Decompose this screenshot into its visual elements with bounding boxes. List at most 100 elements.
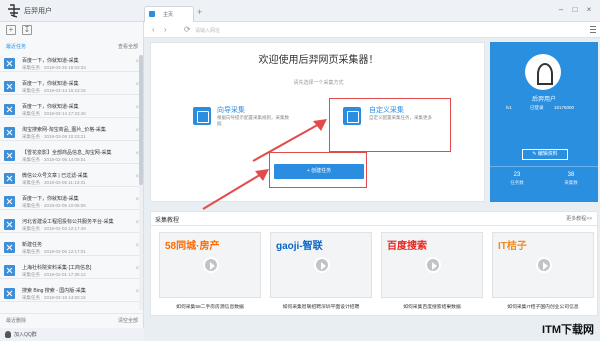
- avatar[interactable]: [525, 54, 561, 90]
- task-name: 百度一下，你就知道-采集: [22, 58, 79, 64]
- back-icon[interactable]: ‹: [152, 25, 155, 35]
- clear-all-link[interactable]: 清空全部: [118, 317, 138, 324]
- task-item[interactable]: 新建任务 采集任务 · 2018-02-06 12:17:01 ×: [0, 239, 144, 256]
- app-logo-icon: [8, 4, 20, 18]
- task-item[interactable]: 微信公众号文章 | 已过滤-采集 采集任务 · 2018-02-06 11:13:…: [0, 170, 144, 187]
- more-tutorials-link[interactable]: 更多教程>>: [566, 215, 592, 222]
- tutorial-brand: 58同城·房产: [165, 241, 220, 252]
- task-name: 河北省建设工程招投标公共服务平台-采集: [22, 219, 114, 225]
- arrow-to-create: [202, 169, 269, 210]
- home-tab-icon: [149, 11, 155, 17]
- tutorial-thumbnail[interactable]: IT桔子: [492, 232, 594, 298]
- minimize-icon[interactable]: –: [556, 5, 566, 15]
- close-window-icon[interactable]: ×: [584, 5, 594, 15]
- join-qq-group[interactable]: 加入QQ群: [0, 328, 144, 341]
- custom-collect-card[interactable]: 自定义采集 自定义配置采集任务，采集更多: [339, 95, 449, 139]
- task-item[interactable]: 上海社科院资料采集·[工商信息] 采集任务 · 2018-02-01 17:35:…: [0, 262, 144, 279]
- title-bar: 后羿用户 主页 + – □ ×: [0, 0, 600, 22]
- task-icon: [4, 81, 15, 92]
- app-title: 后羿用户: [24, 8, 52, 15]
- wizard-title: 向导采集: [217, 107, 245, 114]
- wizard-icon: [193, 107, 211, 125]
- task-icon: [4, 150, 15, 161]
- tutorial-caption[interactable]: 如何采集百度搜索结果数据: [381, 303, 483, 310]
- task-name: 新建任务: [22, 242, 43, 248]
- menu-icon[interactable]: [590, 26, 596, 33]
- task-date: 采集任务 · 2018-03-14 17:23:45: [22, 111, 86, 116]
- task-name: 上海社科院资料采集·[工商信息]: [22, 265, 92, 271]
- profile-status: 已登录: [530, 105, 544, 110]
- qq-label: 加入QQ群: [14, 332, 37, 338]
- task-name: 百度一下，你就知道-采集: [22, 104, 79, 110]
- tutorial-heading: 采集教程: [155, 218, 180, 224]
- recent-deleted-label[interactable]: 最近删除: [6, 317, 26, 324]
- task-icon: [4, 58, 15, 69]
- tutorial-thumbnail[interactable]: 百度搜索: [381, 232, 483, 298]
- sidebar-scrollbar[interactable]: [139, 55, 143, 310]
- task-date: 采集任务 · 2018-02-06 11:13:31: [22, 180, 86, 185]
- task-list: 百度一下，你就知道-采集 采集任务 · 2018-03-25 15:03:33 × 百…: [0, 55, 144, 318]
- tutorial-caption[interactable]: 如何采集智联招聘深圳平面设计招聘: [270, 303, 372, 310]
- task-icon: [4, 173, 15, 184]
- profile-level: lv1: [506, 105, 512, 110]
- tutorial-section: 采集教程 更多教程>> 58同城·房产如何采集58二手房房源信息数据 gaoji-…: [150, 211, 599, 316]
- task-name: 微信公众号文章 | 已过滤-采集: [22, 173, 88, 179]
- recent-deleted: 最近删除 清空全部: [0, 313, 144, 325]
- choose-hint: 请先选择一个采集方式: [293, 80, 344, 86]
- task-item[interactable]: 百度一下，你就知道-采集 采集任务 · 2018-03-14 17:23:45 ×: [0, 101, 144, 118]
- play-icon[interactable]: [536, 257, 552, 273]
- play-icon[interactable]: [425, 257, 441, 273]
- tutorial-brand: 百度搜索: [387, 241, 427, 252]
- welcome-title: 欢迎使用后羿网页采集器！: [258, 55, 379, 66]
- task-name: 搜索 Bing 搜索 - 国内版-采集: [22, 288, 86, 294]
- maximize-icon[interactable]: □: [570, 5, 580, 15]
- task-icon: [4, 242, 15, 253]
- recent-tasks-title: 最近任务: [6, 44, 27, 50]
- task-icon: [4, 127, 15, 138]
- sidebar: + ↧ 最近任务 查看全部 百度一下，你就知道-采集 采集任务 · 2018-03…: [0, 22, 144, 341]
- tutorial-caption[interactable]: 如何采集IT桔子国内创业公司信息: [492, 303, 594, 310]
- tab-label: 主页: [163, 12, 174, 18]
- profile-panel: 后羿用户 lv1 已登录 15175000 编辑资料 23 任务数 38 采集数: [490, 42, 598, 202]
- scrollbar-thumb[interactable]: [139, 55, 143, 185]
- task-item[interactable]: 搜索 Bing 搜索 - 国内版-采集 采集任务 · 2018-03-19 14:…: [0, 285, 144, 302]
- collect-count-stat: 38 采集数: [544, 172, 598, 186]
- view-all-link[interactable]: 查看全部: [118, 43, 138, 50]
- url-placeholder: 请输入网址: [195, 28, 221, 34]
- task-count-value: 23: [513, 172, 521, 178]
- task-name: 百度一下，你就知道-采集: [22, 196, 79, 202]
- task-date: 采集任务 · 2018-03-08 10:23:21: [22, 134, 86, 139]
- import-task-icon[interactable]: ↧: [22, 25, 32, 35]
- task-name: 百度一下，你就知道-采集: [22, 81, 79, 87]
- task-date: 采集任务 · 2018-02-05 10:05:06: [22, 203, 86, 208]
- task-icon: [4, 288, 15, 299]
- welcome-panel: 欢迎使用后羿网页采集器！ 请先选择一个采集方式 向导采集 根据向导提示配置采集规…: [150, 42, 485, 210]
- tutorial-brand: IT桔子: [498, 241, 527, 252]
- new-task-icon[interactable]: +: [6, 25, 16, 35]
- task-date: 采集任务 · 2018-02-06 14:09:51: [22, 157, 86, 162]
- play-icon[interactable]: [314, 257, 330, 273]
- tutorial-thumbnail[interactable]: gaoji-智联: [270, 232, 372, 298]
- tab-home[interactable]: 主页: [144, 6, 194, 22]
- task-item[interactable]: 【雪花泉影】全部商品信息_淘宝网-采集 采集任务 · 2018-02-06 14:…: [0, 147, 144, 164]
- task-icon: [4, 219, 15, 230]
- custom-desc: 自定义配置采集任务，采集更多: [369, 115, 432, 120]
- collect-count-value: 38: [567, 172, 575, 178]
- tutorial-caption[interactable]: 如何采集58二手房房源信息数据: [159, 303, 261, 310]
- url-input[interactable]: 请输入网址: [192, 24, 572, 36]
- profile-divider: [490, 166, 598, 167]
- create-task-button[interactable]: 创建任务: [274, 164, 364, 179]
- task-item[interactable]: 百度一下，你就知道-采集 采集任务 · 2018-02-05 10:05:06 ×: [0, 193, 144, 210]
- forward-icon[interactable]: ›: [164, 25, 167, 35]
- task-item[interactable]: 百度一下，你就知道-采集 采集任务 · 2018-03-14 15:23:16 ×: [0, 78, 144, 95]
- refresh-icon[interactable]: ⟳: [184, 25, 191, 35]
- arrow-to-custom: [252, 119, 327, 162]
- task-item[interactable]: 河北省建设工程招投标公共服务平台-采集 采集任务 · 2018-02-03 12:…: [0, 216, 144, 233]
- task-item[interactable]: 百度一下，你就知道-采集 采集任务 · 2018-03-25 15:03:33 ×: [0, 55, 144, 72]
- tutorial-thumbnail[interactable]: 58同城·房产: [159, 232, 261, 298]
- edit-profile-button[interactable]: 编辑资料: [522, 149, 568, 160]
- play-icon[interactable]: [203, 257, 219, 273]
- site-watermark: ITM下载网: [542, 324, 594, 336]
- task-item[interactable]: 淘宝搜索网-淘宝商品_图片_价格-采集 采集任务 · 2018-03-08 10:…: [0, 124, 144, 141]
- new-tab-button[interactable]: +: [197, 7, 202, 17]
